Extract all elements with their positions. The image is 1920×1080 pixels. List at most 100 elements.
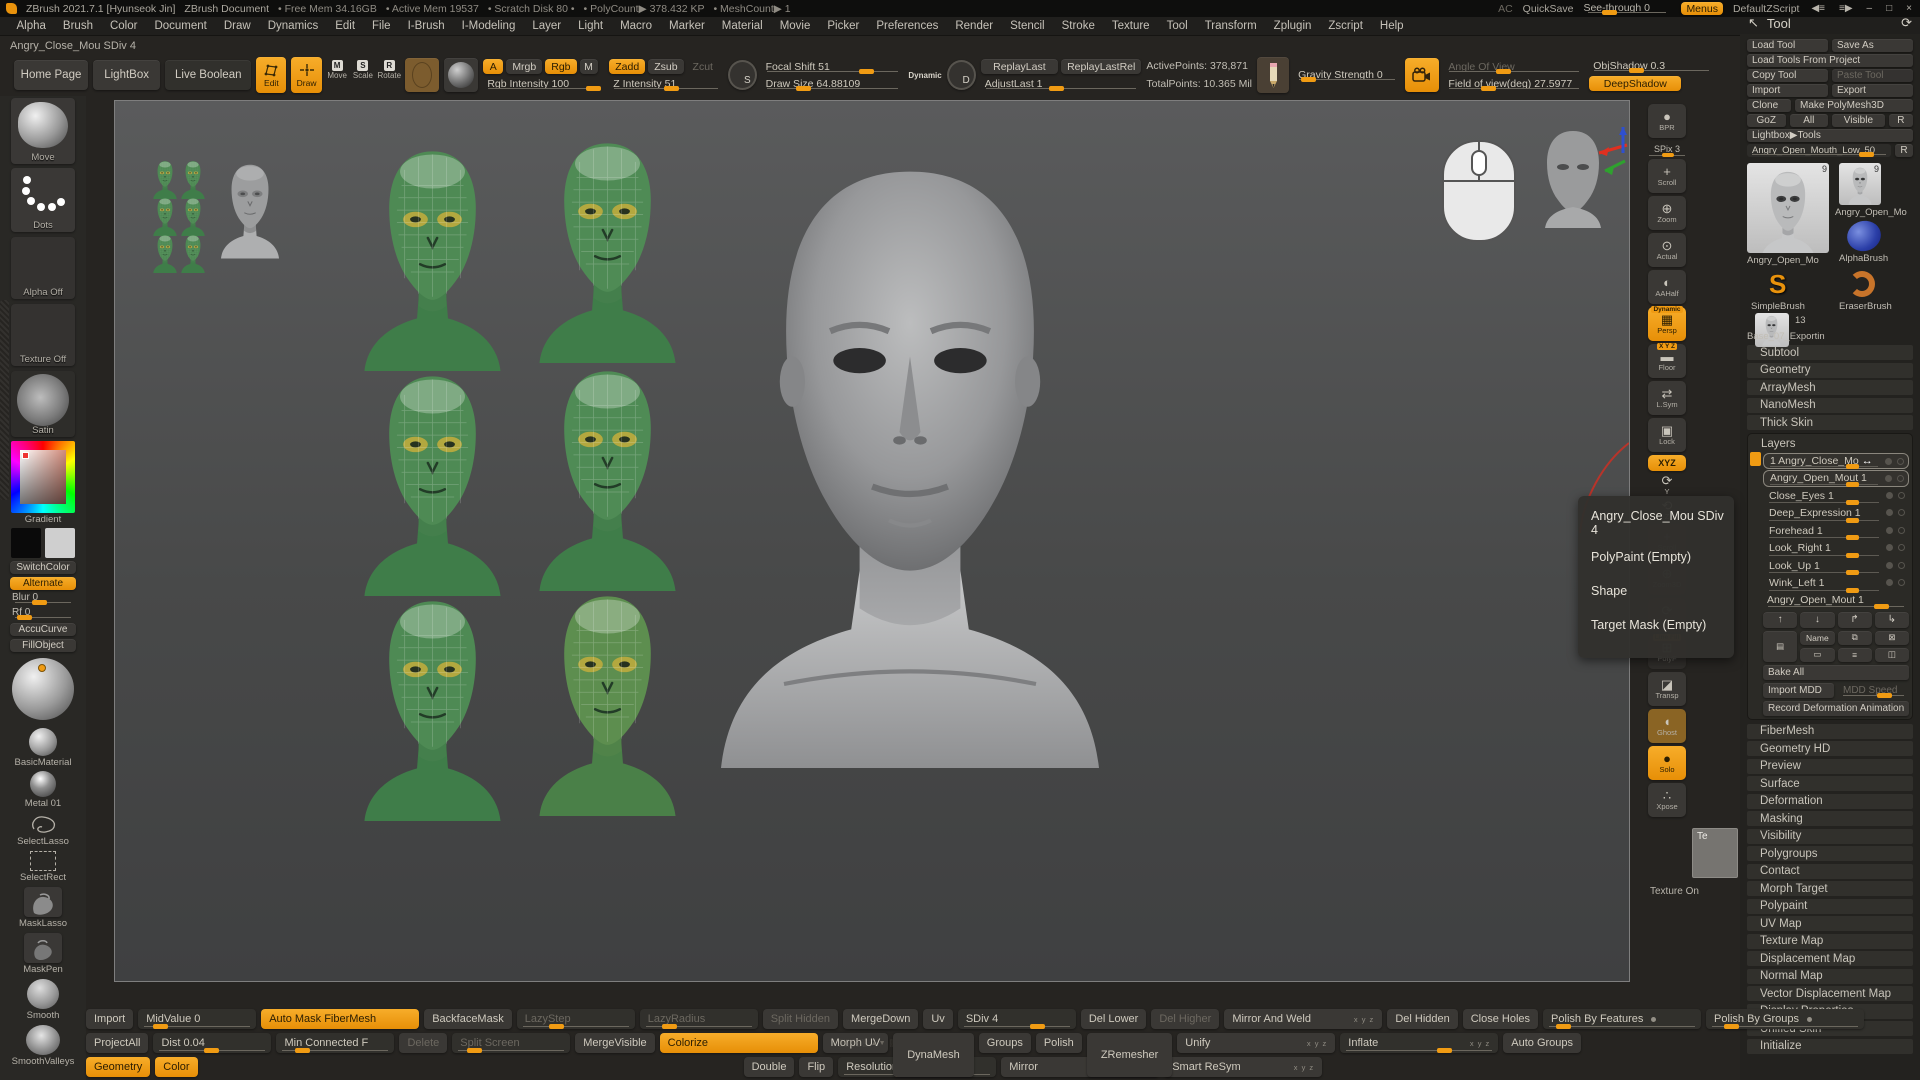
- actual[interactable]: ⊙ Actual: [1648, 233, 1686, 267]
- deep-expression-1[interactable]: Deep_Expression 1: [1763, 505, 1909, 522]
- sdiv-4[interactable]: SDiv 4: [958, 1009, 1076, 1029]
- picker[interactable]: Picker: [819, 20, 868, 32]
- uv[interactable]: Uv: [923, 1009, 952, 1029]
- paste-tool-button[interactable]: Paste Tool: [1832, 69, 1913, 82]
- layer-record-icon[interactable]: [1886, 509, 1893, 516]
- clone-button[interactable]: Clone: [1747, 99, 1791, 112]
- angry-open-mout-1[interactable]: Angry_Open_Mout 1: [1763, 470, 1909, 487]
- shape[interactable]: Shape: [1591, 574, 1734, 608]
- z-intensity-slider[interactable]: Z Intensity 51: [609, 77, 722, 91]
- color-picker[interactable]: [11, 441, 75, 513]
- current-brush-tile[interactable]: Move: [11, 98, 75, 164]
- bpr[interactable]: ● BPR: [1648, 104, 1686, 138]
- layer-invert-icon[interactable]: ◫: [1875, 648, 1909, 662]
- green-head-5[interactable]: [355, 589, 510, 821]
- layer-delete-icon[interactable]: ⊠: [1875, 631, 1909, 645]
- focal-shift-slider[interactable]: Focal Shift 51: [762, 60, 904, 74]
- polygroups[interactable]: Polygroups: [1747, 846, 1913, 861]
- material-tile[interactable]: Satin: [11, 371, 75, 437]
- eraserbrush-thumb[interactable]: [1849, 271, 1875, 297]
- green-head-3[interactable]: [355, 364, 510, 596]
- layer-record-icon[interactable]: [1886, 562, 1893, 569]
- inflate[interactable]: Inflate x y z: [1340, 1033, 1498, 1053]
- recent-tool-thumb[interactable]: 9: [1839, 163, 1881, 205]
- alphabrush-thumb[interactable]: [1844, 217, 1885, 255]
- material-preview-button[interactable]: [444, 58, 478, 92]
- persp[interactable]: Dynamic ▦ Persp: [1648, 307, 1686, 341]
- secondary-color-swatch[interactable]: [45, 528, 75, 558]
- -meshcount-1[interactable]: • MeshCount▶ 1: [713, 3, 790, 15]
- close-holes[interactable]: Close Holes: [1463, 1009, 1538, 1029]
- uv-map[interactable]: UV Map: [1747, 916, 1913, 931]
- draw-size-slider[interactable]: Draw Size 64.88109: [762, 77, 904, 91]
- backfacemask[interactable]: BackfaceMask: [424, 1009, 512, 1029]
- mask-pen-tile[interactable]: [24, 933, 62, 963]
- texture-flyout-panel[interactable]: Te: [1692, 828, 1738, 878]
- file[interactable]: File: [364, 20, 400, 32]
- color[interactable]: Color: [101, 20, 145, 32]
- brush[interactable]: Brush: [54, 20, 101, 32]
- angry-close-mou-sdiv-4[interactable]: Angry_Close_Mou SDiv 4: [1591, 506, 1734, 540]
- lock-camera-icon[interactable]: ▣ Lock: [1648, 418, 1686, 452]
- layer-eye-icon[interactable]: [1898, 562, 1905, 569]
- tray-divider[interactable]: [0, 300, 9, 500]
- layer-new-icon[interactable]: ▤: [1763, 631, 1797, 662]
- replay-curve-icon[interactable]: D: [947, 60, 976, 90]
- make-polymesh3d-button[interactable]: Make PolyMesh3D: [1795, 99, 1913, 112]
- gravity-strength-slider[interactable]: Gravity Strength 0: [1294, 68, 1400, 82]
- metal-material-sphere[interactable]: [30, 771, 56, 797]
- import-tool-button[interactable]: Import: [1747, 84, 1828, 97]
- zplugin[interactable]: Zplugin: [1265, 20, 1320, 32]
- active-tool-slider[interactable]: Angry_Open_Mouth_Low. 50: [1747, 144, 1891, 157]
- forehead-1[interactable]: Forehead 1: [1763, 523, 1909, 540]
- geometry[interactable]: Geometry: [86, 1057, 150, 1077]
- draw[interactable]: Draw: [215, 20, 259, 32]
- green-head-2[interactable]: [530, 131, 685, 363]
- movie[interactable]: Movie: [771, 20, 819, 32]
- scale-button[interactable]: SScale: [353, 60, 374, 90]
- auto-groups[interactable]: Auto Groups: [1503, 1033, 1581, 1053]
- layer-redo-button[interactable]: ↱: [1838, 612, 1872, 628]
- simplebrush-thumb[interactable]: S: [1769, 269, 1786, 300]
- blur-slider[interactable]: Blur 0: [10, 592, 76, 605]
- wink-left-1[interactable]: Wink_Left 1: [1763, 575, 1909, 592]
- zscript[interactable]: Zscript: [1320, 20, 1372, 32]
- subtool[interactable]: Subtool: [1747, 345, 1913, 360]
- stroke-curve-icon[interactable]: S: [728, 60, 757, 90]
- thick-skin[interactable]: Thick Skin: [1747, 415, 1913, 430]
- rgb-toggle[interactable]: Rgb: [545, 59, 576, 74]
- current-tool-thumb[interactable]: 9: [1747, 163, 1829, 253]
- aahalf[interactable]: ◐ AAHalf: [1648, 270, 1686, 304]
- zadd-toggle[interactable]: Zadd: [609, 59, 645, 74]
- green-head-1[interactable]: [355, 139, 510, 371]
- accucurve-button[interactable]: AccuCurve: [10, 623, 76, 636]
- dynamics[interactable]: Dynamics: [259, 20, 326, 32]
- rotate-button[interactable]: RRotate: [378, 60, 400, 90]
- l-sym[interactable]: ⇄ L.Sym: [1648, 381, 1686, 415]
- projectall[interactable]: ProjectAll: [86, 1033, 148, 1053]
- color[interactable]: Color: [155, 1057, 197, 1077]
- polish-by-groups[interactable]: Polish By Groups: [1706, 1009, 1864, 1029]
- layer-name-button[interactable]: Name: [1800, 631, 1834, 645]
- dynamesh[interactable]: DynaMesh: [893, 1033, 974, 1077]
- draw-button[interactable]: Draw: [291, 57, 321, 93]
- layer-eye-icon[interactable]: [1898, 492, 1905, 499]
- rf-slider[interactable]: Rf 0: [10, 607, 76, 620]
- copy-tool-button[interactable]: Copy Tool: [1747, 69, 1828, 82]
- unify[interactable]: Unify x y z: [1177, 1033, 1335, 1053]
- angle-of-view-slider[interactable]: Angle Of View: [1444, 60, 1584, 74]
- layer-record-icon[interactable]: [1886, 527, 1893, 534]
- double[interactable]: Double: [744, 1057, 795, 1077]
- preferences[interactable]: Preferences: [868, 20, 947, 32]
- dist-0-04[interactable]: Dist 0.04: [153, 1033, 271, 1053]
- layer-color-swatch[interactable]: [1750, 452, 1761, 466]
- alternate-button[interactable]: Alternate: [10, 577, 76, 590]
- layer-record-icon[interactable]: [1886, 544, 1893, 551]
- camera-button[interactable]: [1405, 58, 1439, 92]
- fibermesh[interactable]: FiberMesh: [1747, 724, 1913, 739]
- zsub-toggle[interactable]: Zsub: [648, 59, 683, 74]
- see-through-slider[interactable]: See-through 0: [1583, 2, 1671, 15]
- scroll[interactable]: + Scroll: [1648, 159, 1686, 193]
- layer-eye-icon[interactable]: [1897, 458, 1904, 465]
- dynamic-mode-label[interactable]: Dynamic: [908, 71, 941, 80]
